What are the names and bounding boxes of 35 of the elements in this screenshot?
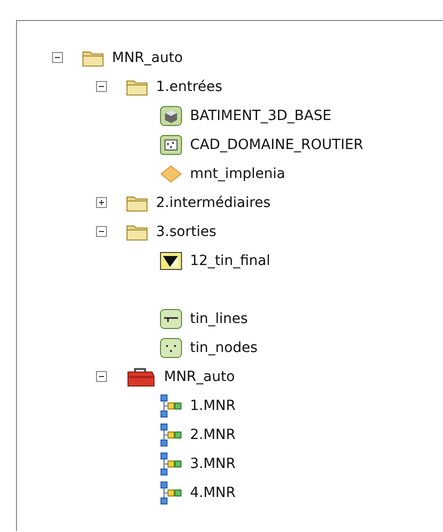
collapse-toggle[interactable]: [96, 226, 107, 237]
tree-item-label[interactable]: 4.MNR: [190, 484, 236, 500]
tin-icon: [160, 252, 182, 270]
tree-item-label[interactable]: 12_tin_final: [190, 252, 270, 268]
tree-item-label[interactable]: tin_lines: [190, 310, 248, 326]
diamond-icon: [160, 164, 182, 182]
tree-item-label[interactable]: CAD_DOMAINE_ROUTIER: [190, 136, 364, 152]
model-icon: [160, 480, 182, 504]
tree-item-label[interactable]: 3.sorties: [156, 224, 216, 240]
folder-icon: [126, 78, 148, 96]
tree-item-label[interactable]: 3.MNR: [190, 456, 236, 472]
line-layer-icon: [160, 308, 182, 328]
tree-item-label[interactable]: 2.intermédiaires: [156, 194, 271, 210]
model-icon: [160, 452, 182, 476]
tree-item-label[interactable]: MNR_auto: [164, 368, 235, 384]
collapse-toggle[interactable]: [96, 81, 107, 92]
folder-icon: [82, 48, 104, 66]
tree-item-label[interactable]: BATIMENT_3D_BASE: [190, 108, 332, 124]
tree-item-label[interactable]: 1.MNR: [190, 398, 236, 414]
dataset-icon: [160, 134, 182, 154]
tree-item-label[interactable]: 1.entrées: [156, 78, 222, 94]
tree-item-label[interactable]: 2.MNR: [190, 426, 236, 442]
point-layer-icon: [160, 338, 182, 358]
toolbox-icon: [126, 366, 156, 388]
collapse-toggle[interactable]: [96, 371, 107, 382]
collapse-toggle[interactable]: [52, 52, 63, 63]
folder-icon: [126, 194, 148, 212]
expand-toggle[interactable]: [96, 197, 107, 208]
folder-icon: [126, 222, 148, 240]
model-icon: [160, 422, 182, 446]
tree-item-label[interactable]: tin_nodes: [190, 340, 258, 356]
cube-icon: [160, 106, 182, 126]
tree-item-label[interactable]: MNR_auto: [112, 50, 183, 66]
tree-item-label[interactable]: mnt_implenia: [190, 166, 286, 182]
model-icon: [160, 394, 182, 418]
